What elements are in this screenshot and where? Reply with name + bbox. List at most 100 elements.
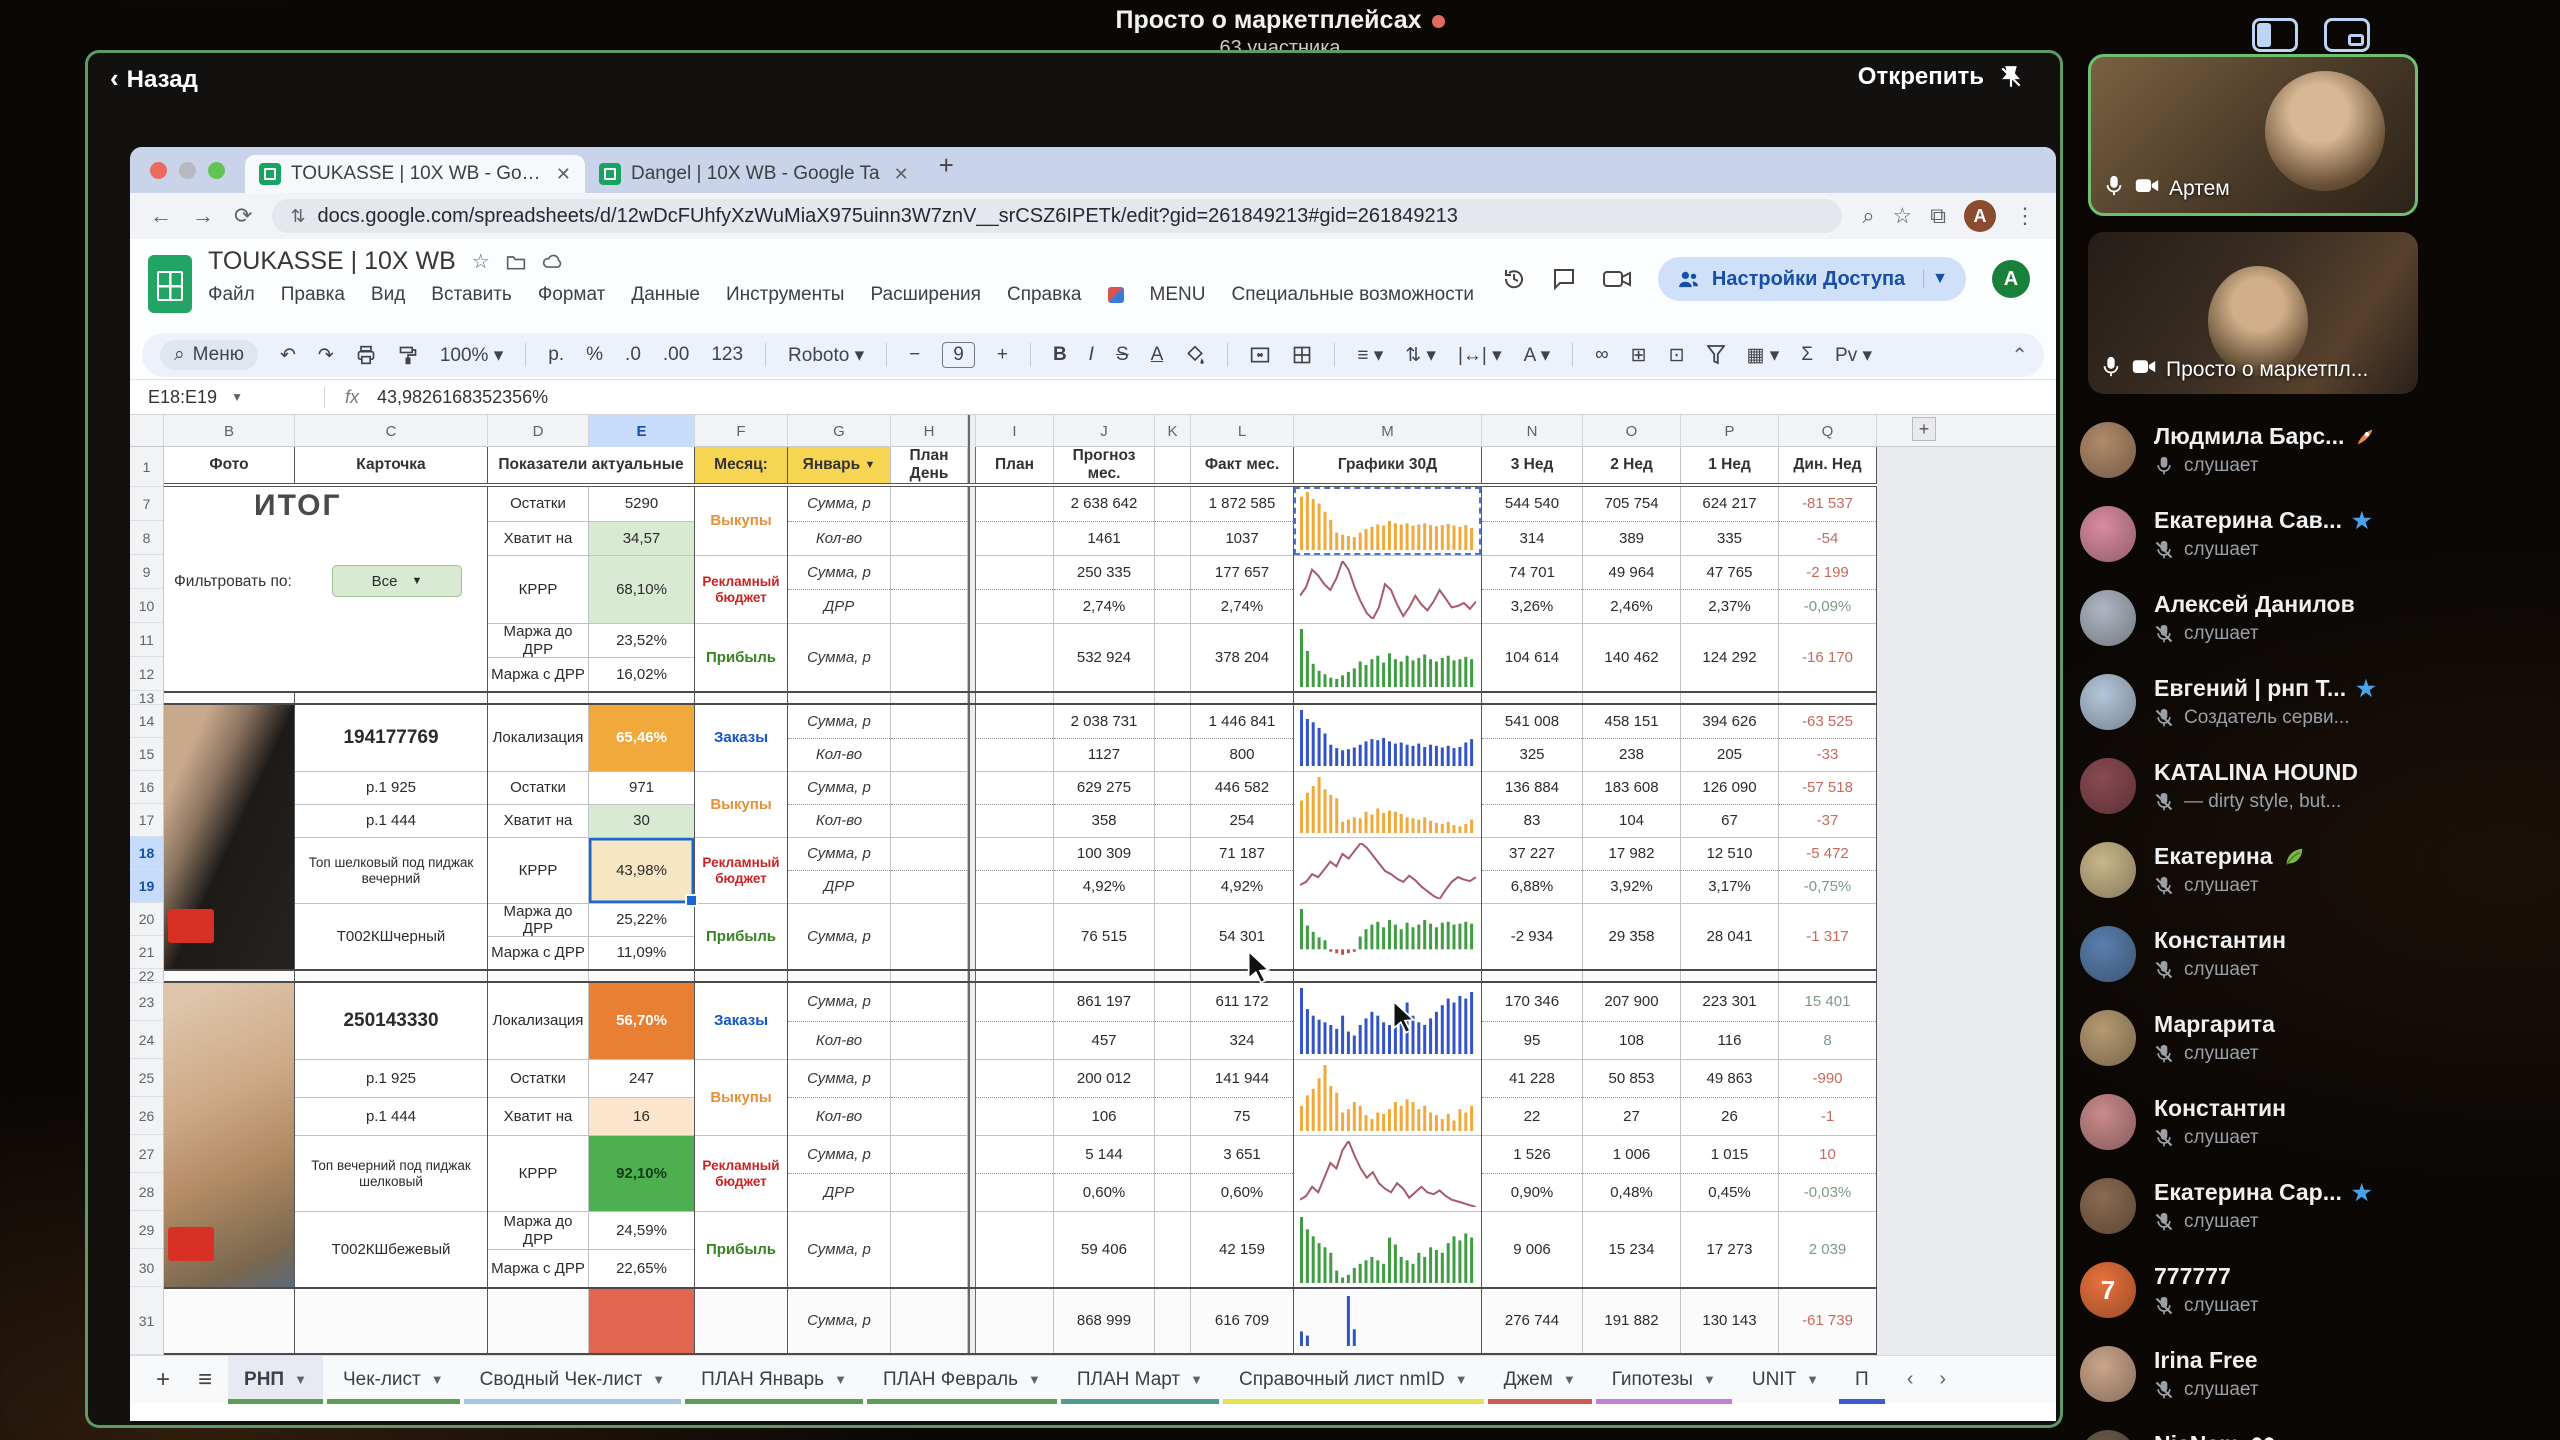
participant-row[interactable]: KATALINA HOUND — dirty style, but...	[2080, 744, 2560, 828]
close-window-button[interactable]	[150, 162, 167, 179]
add-sheet-button[interactable]: +	[144, 1366, 182, 1394]
col-header-B[interactable]: B	[164, 415, 295, 447]
row-header-11[interactable]: 11	[130, 623, 163, 657]
menu-10[interactable]: Специальные возможности	[1231, 284, 1474, 306]
row-header-26[interactable]: 26	[130, 1097, 163, 1135]
row-header-19[interactable]: 19	[130, 870, 163, 903]
extensions-icon[interactable]: ⧉	[1930, 203, 1946, 229]
menu-5[interactable]: Данные	[631, 284, 700, 306]
row-header-23[interactable]: 23	[130, 983, 163, 1021]
sheets-logo-icon[interactable]	[148, 255, 192, 313]
video-tile[interactable]: Артем	[2088, 54, 2418, 216]
sheet-tab-10[interactable]: П	[1839, 1356, 1885, 1404]
last-edit-icon[interactable]	[1502, 267, 1526, 291]
more-formats-button[interactable]: 123	[711, 344, 743, 366]
move-folder-icon[interactable]	[506, 253, 526, 271]
text-color-button[interactable]: A	[1151, 344, 1164, 366]
col-header-K[interactable]: K	[1155, 415, 1191, 447]
row-header-7[interactable]: 7	[130, 487, 163, 521]
site-info-icon[interactable]: ⇅	[290, 206, 305, 227]
sheet-tab-9[interactable]: UNIT▼	[1736, 1356, 1835, 1404]
participant-row[interactable]: Алексей Данилов слушает	[2080, 576, 2560, 660]
video-tile[interactable]: Просто о маркетпл...	[2088, 232, 2418, 394]
back-nav-icon[interactable]: ←	[150, 203, 172, 229]
format-percent-button[interactable]: %	[586, 344, 603, 366]
menu-0[interactable]: Файл	[208, 284, 255, 306]
undo-icon[interactable]: ↶	[280, 344, 296, 367]
strikethrough-button[interactable]: S	[1116, 344, 1129, 366]
spreadsheet-grid[interactable]: + BCDEFGHIJKLMNOPQ 178910111213141516171…	[130, 415, 2056, 1355]
close-tab-icon[interactable]: ✕	[894, 164, 909, 185]
row-header-21[interactable]: 21	[130, 936, 163, 969]
row-header-18[interactable]: 18	[130, 837, 163, 870]
paint-format-icon[interactable]	[398, 345, 418, 365]
participant-row[interactable]: Константин слушает	[2080, 1080, 2560, 1164]
participant-row[interactable]: NicNem слушает	[2080, 1416, 2560, 1440]
sheet-tab-1[interactable]: Чек-лист▼	[327, 1356, 460, 1404]
insert-link-button[interactable]: ∞	[1595, 344, 1609, 366]
filter-views-button[interactable]: ▦ ▾	[1747, 344, 1780, 367]
row-header-12[interactable]: 12	[130, 657, 163, 691]
insert-chart-button[interactable]: ⊡	[1669, 344, 1685, 367]
participant-row[interactable]: Екатерина Сав...★ слушает	[2080, 492, 2560, 576]
spreadsheet-title[interactable]: TOUKASSE | 10X WB	[208, 247, 456, 276]
sheet-tab-2[interactable]: Сводный Чек-лист▼	[464, 1356, 682, 1404]
participant-row[interactable]: Маргарита слушает	[2080, 996, 2560, 1080]
col-header-I[interactable]: I	[976, 415, 1054, 447]
sheet-tab-7[interactable]: Джем▼	[1488, 1356, 1592, 1404]
row-header-13[interactable]: 13	[130, 691, 163, 705]
sheet-tab-5[interactable]: ПЛАН Март▼	[1061, 1356, 1219, 1404]
row-header-25[interactable]: 25	[130, 1059, 163, 1097]
col-header-F[interactable]: F	[695, 415, 788, 447]
participant-row[interactable]: Irina Free слушает	[2080, 1332, 2560, 1416]
row-header-10[interactable]: 10	[130, 589, 163, 623]
add-button[interactable]: +	[1912, 417, 1936, 441]
cloud-status-icon[interactable]	[542, 254, 564, 270]
row-header-14[interactable]: 14	[130, 705, 163, 738]
reload-icon[interactable]: ⟳	[234, 203, 252, 229]
format-currency-button[interactable]: р.	[548, 344, 564, 366]
sheet-tab-6[interactable]: Справочный лист nmID▼	[1223, 1356, 1484, 1404]
browser-tab-active[interactable]: TOUKASSE | 10X WB - Goog✕	[245, 155, 585, 193]
sheet-tab-8[interactable]: Гипотезы▼	[1596, 1356, 1732, 1404]
browser-menu-icon[interactable]: ⋮	[2014, 203, 2036, 229]
font-select[interactable]: Roboto ▾	[788, 344, 864, 367]
col-header-N[interactable]: N	[1482, 415, 1583, 447]
col-header-H[interactable]: H	[891, 415, 968, 447]
zoom-select[interactable]: 100% ▾	[440, 344, 503, 367]
participant-row[interactable]: 7 777777 слушает	[2080, 1248, 2560, 1332]
functions-button[interactable]: Σ	[1801, 344, 1813, 366]
formula-value[interactable]: 43,9826168352356%	[377, 387, 548, 408]
decrease-decimals-button[interactable]: .0	[625, 344, 641, 366]
font-size-input[interactable]: 9	[942, 342, 975, 368]
pv-button[interactable]: Pv ▾	[1835, 344, 1872, 367]
col-header-M[interactable]: M	[1294, 415, 1482, 447]
menu-2[interactable]: Вид	[371, 284, 405, 306]
increase-decimals-button[interactable]: .00	[663, 344, 689, 366]
col-header-D[interactable]: D	[488, 415, 589, 447]
grid-cell[interactable]: 43,98%	[589, 837, 694, 903]
vertical-align-button[interactable]: ⇅ ▾	[1405, 344, 1436, 367]
text-wrap-button[interactable]: |↔| ▾	[1458, 344, 1502, 367]
share-settings-button[interactable]: Настройки Доступа ▼	[1658, 257, 1966, 301]
select-all-corner[interactable]	[130, 415, 164, 447]
meet-camera-icon[interactable]	[1602, 267, 1632, 291]
row-header-30[interactable]: 30	[130, 1249, 163, 1287]
collapse-toolbar-icon[interactable]: ⌃	[2011, 343, 2028, 368]
search-icon[interactable]: ⌕	[1862, 203, 1874, 229]
col-header-G[interactable]: G	[788, 415, 891, 447]
fill-color-icon[interactable]	[1185, 345, 1205, 365]
comments-icon[interactable]	[1552, 267, 1576, 291]
merge-cells-icon[interactable]	[1250, 345, 1270, 365]
filter-dropdown[interactable]: Все▼	[332, 565, 462, 597]
borders-icon[interactable]	[1292, 345, 1312, 365]
row-header-8[interactable]: 8	[130, 521, 163, 555]
row-header-9[interactable]: 9	[130, 555, 163, 589]
col-header-O[interactable]: O	[1583, 415, 1681, 447]
col-header-L[interactable]: L	[1191, 415, 1294, 447]
close-tab-icon[interactable]: ✕	[556, 164, 571, 185]
row-header-28[interactable]: 28	[130, 1173, 163, 1211]
row-header-24[interactable]: 24	[130, 1021, 163, 1059]
menu-3[interactable]: Вставить	[431, 284, 512, 306]
unpin-button[interactable]: Открепить	[1858, 63, 2024, 91]
